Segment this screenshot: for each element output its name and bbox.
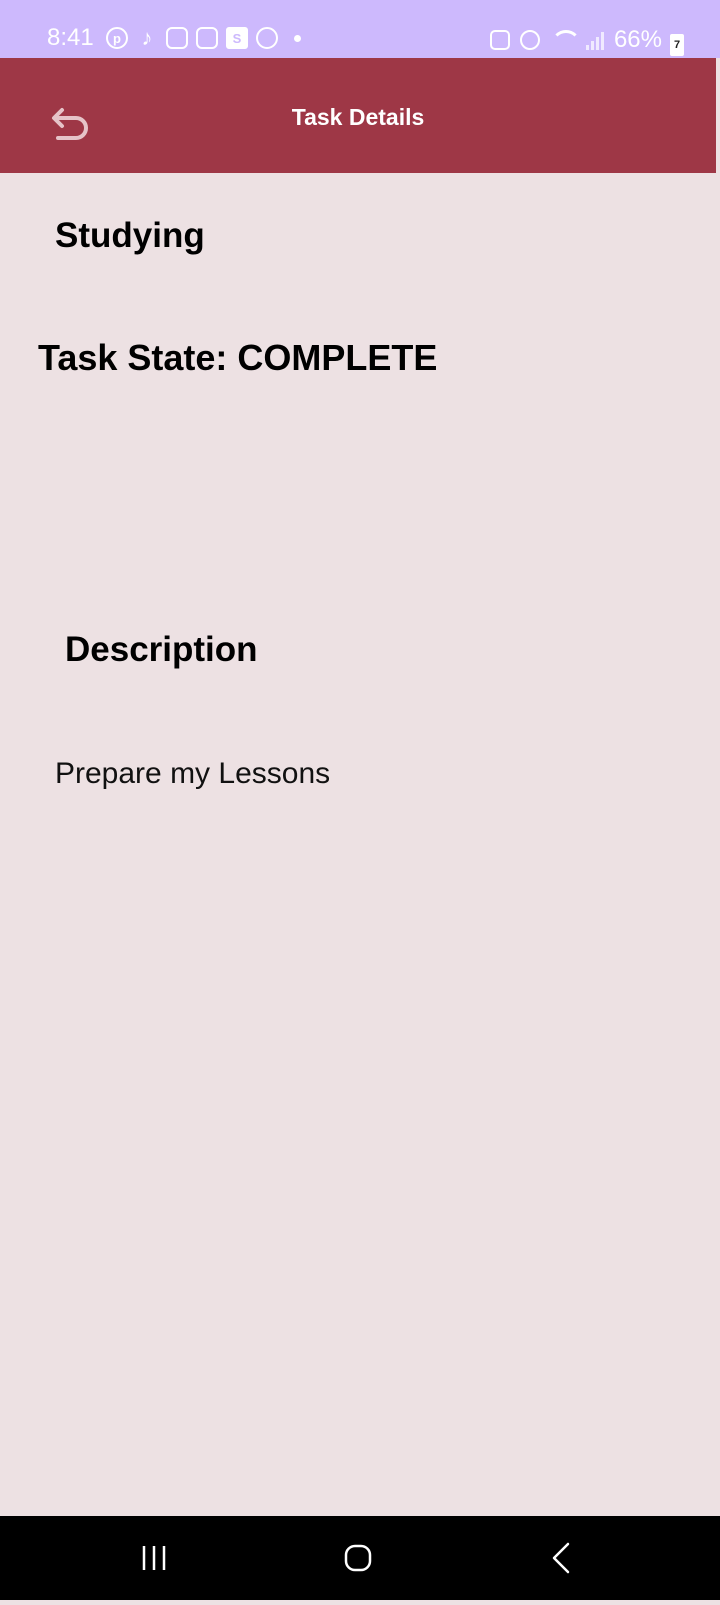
- status-time: 8:41: [47, 24, 94, 51]
- description-heading: Description: [65, 630, 258, 669]
- instagram-icon: [196, 27, 218, 49]
- status-bar: 8:41 p ♪ S 66% 7: [0, 0, 720, 58]
- instagram-icon: [166, 27, 188, 49]
- task-title: Studying: [55, 216, 205, 255]
- recents-button[interactable]: [106, 1516, 206, 1600]
- home-icon: [344, 1544, 372, 1572]
- nav-back-button[interactable]: [510, 1516, 610, 1600]
- more-notifications-dot: [294, 34, 301, 42]
- system-icons: 66% 7: [489, 26, 684, 56]
- recents-icon: [142, 1546, 166, 1570]
- app-bar: Task Details: [0, 58, 716, 173]
- notification-icons: p ♪ S: [106, 25, 301, 50]
- s-app-icon: S: [226, 27, 248, 49]
- battery-icon: 7: [670, 34, 684, 56]
- alarm-icon: [519, 30, 540, 50]
- tiktok-icon: ♪: [141, 25, 153, 50]
- page-title: Task Details: [291, 104, 425, 130]
- browser-icon: [256, 27, 278, 49]
- pinterest-icon: p: [106, 27, 128, 49]
- home-button[interactable]: [308, 1516, 408, 1600]
- description-text: Prepare my Lessons: [55, 757, 331, 790]
- battery-percent: 66%: [613, 26, 662, 53]
- signal-icon: [585, 30, 604, 50]
- system-nav-bar: [0, 1516, 720, 1600]
- task-state: Task State: COMPLETE: [38, 337, 438, 378]
- lock-icon: [489, 30, 510, 50]
- wifi-icon: [550, 30, 581, 50]
- back-icon: [552, 1542, 570, 1574]
